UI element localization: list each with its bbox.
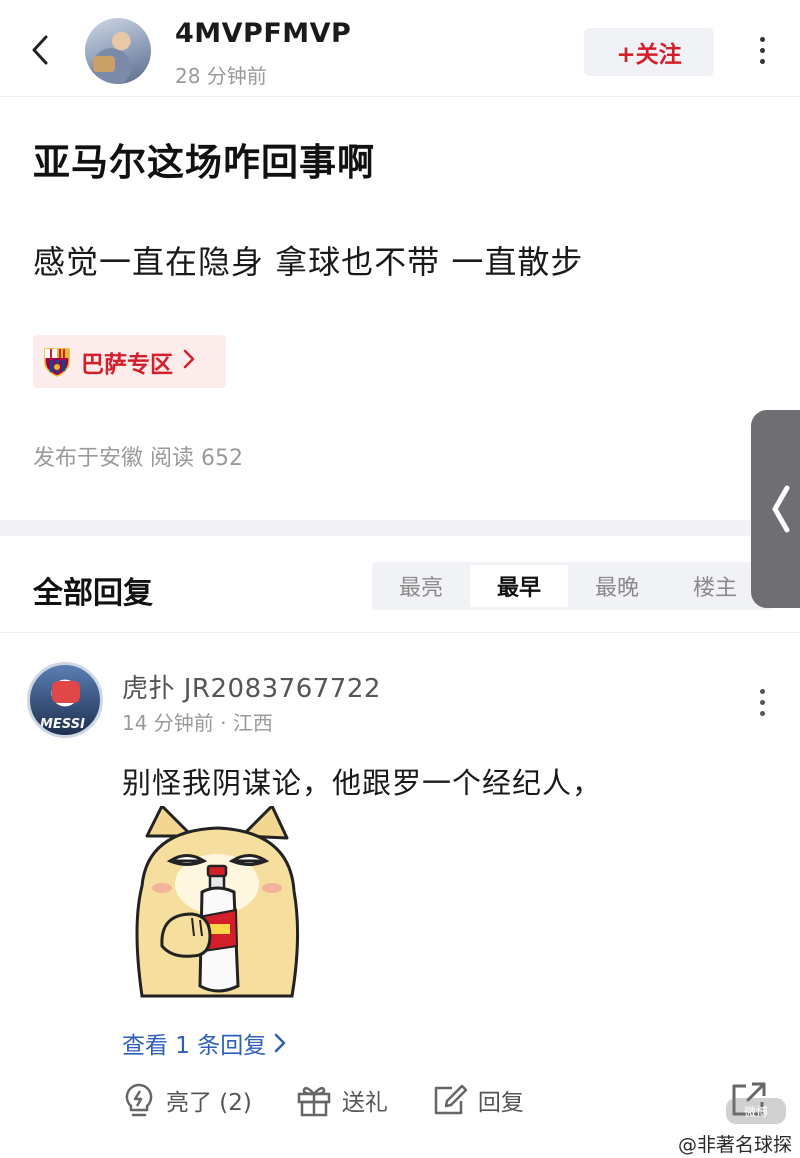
author-username[interactable]: 4MVPFMVP xyxy=(175,18,351,49)
replies-divider xyxy=(0,632,800,633)
gift-button[interactable]: 送礼 xyxy=(296,1083,388,1117)
view-replies-label: 查看 1 条回复 xyxy=(122,1033,267,1059)
comment-actions: 亮了 (2) 送礼 回复 xyxy=(122,1078,568,1122)
commenter-username[interactable]: 虎扑 JR2083767722 xyxy=(122,668,381,705)
section-divider xyxy=(0,520,800,536)
doge-sticker-image[interactable] xyxy=(122,806,312,1000)
post-body: 感觉一直在隐身 拿球也不带 一直散步 xyxy=(33,243,584,281)
like-count: 亮了 (2) xyxy=(166,1090,252,1116)
post-meta: 发布于安徽 阅读 652 xyxy=(33,446,243,471)
chevron-right-icon xyxy=(183,349,195,375)
back-button[interactable] xyxy=(22,30,58,70)
edit-reply-icon xyxy=(434,1084,468,1115)
commenter-avatar[interactable]: MESSI xyxy=(27,662,103,738)
weibo-logo-watermark: 微博 xyxy=(726,1098,786,1124)
more-options-button[interactable] xyxy=(748,30,776,70)
chevron-right-icon xyxy=(275,1033,286,1053)
reply-sort-tabs: 最亮 最早 最晚 楼主 xyxy=(372,562,772,610)
side-drawer-handle[interactable] xyxy=(751,410,800,608)
post-title: 亚马尔这场咋回事啊 xyxy=(33,141,375,184)
more-vertical-icon xyxy=(759,36,765,42)
follow-button[interactable]: +关注 xyxy=(584,28,714,76)
chevron-left-icon xyxy=(772,485,790,533)
gift-label: 送礼 xyxy=(341,1090,388,1116)
more-dot xyxy=(759,47,765,53)
more-dot xyxy=(759,58,765,64)
more-dot xyxy=(759,699,765,705)
reply-button[interactable]: 回复 xyxy=(432,1083,524,1117)
post-header: 4MVPFMVP 28 分钟前 +关注 xyxy=(0,0,800,97)
gift-icon xyxy=(297,1086,331,1117)
forum-tag-label: 巴萨专区 xyxy=(81,351,173,378)
sort-tab-brightest[interactable]: 最亮 xyxy=(372,562,470,610)
barcelona-crest-icon xyxy=(44,347,70,377)
replies-heading: 全部回复 xyxy=(33,576,153,611)
lightbulb-icon xyxy=(125,1083,153,1117)
post-time: 28 分钟前 xyxy=(175,64,267,88)
author-avatar[interactable] xyxy=(85,18,151,84)
chevron-left-icon xyxy=(32,35,48,65)
more-dot xyxy=(759,710,765,716)
like-button[interactable]: 亮了 (2) xyxy=(122,1082,252,1118)
watermark-text: @非著名球探 xyxy=(677,1134,792,1156)
forum-tag-link[interactable]: 巴萨专区 xyxy=(33,335,226,388)
reply-label: 回复 xyxy=(477,1090,524,1116)
comment-text: 别怪我阴谋论，他跟罗一个经纪人， xyxy=(122,766,603,800)
more-vertical-icon xyxy=(759,688,765,694)
avatar-badge-text: MESSI xyxy=(40,717,85,732)
comment-more-button[interactable] xyxy=(750,682,774,722)
sort-tab-op-only[interactable]: 楼主 xyxy=(666,562,764,610)
sort-tab-latest[interactable]: 最晚 xyxy=(568,562,666,610)
sort-tab-earliest[interactable]: 最早 xyxy=(470,565,568,607)
comment-time-location: 14 分钟前 · 江西 xyxy=(122,711,273,735)
view-replies-link[interactable]: 查看 1 条回复 xyxy=(122,1026,286,1060)
